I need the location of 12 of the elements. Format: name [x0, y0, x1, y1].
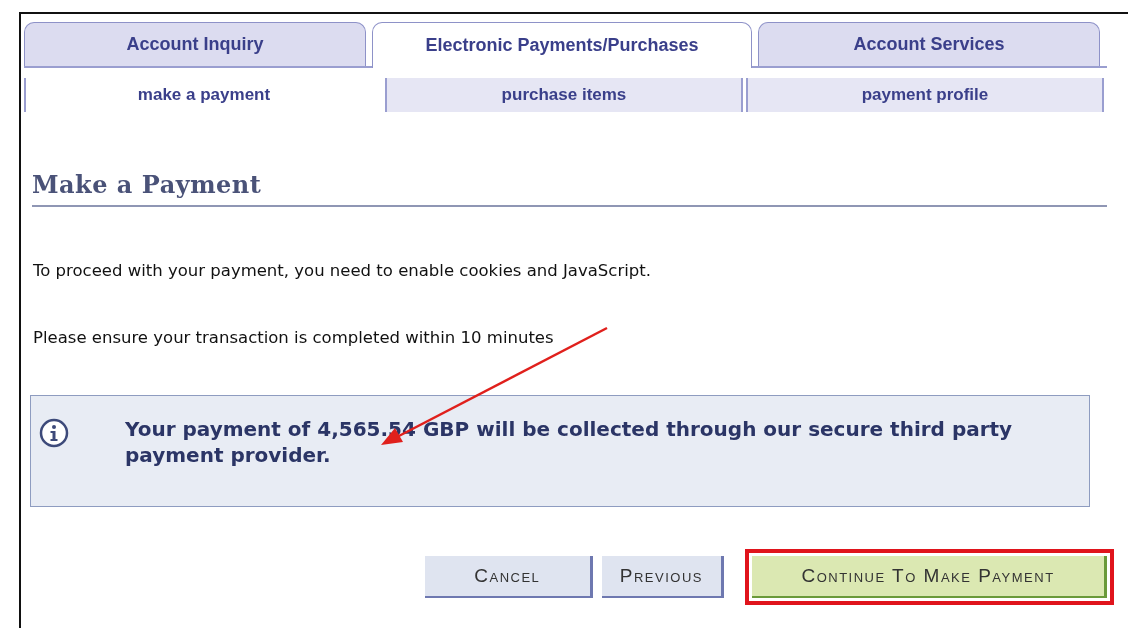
tab[interactable]: Account Services [758, 22, 1100, 66]
page-button[interactable]: Cancel [424, 556, 593, 598]
page-title: Make a Payment [32, 170, 1107, 207]
page-button[interactable]: Previous [601, 556, 724, 598]
tab[interactable]: Electronic Payments/Purchases [372, 22, 752, 68]
subtab[interactable]: payment profile [746, 78, 1104, 112]
message-text: To proceed with your payment, you need to enable cookies and JavaScript. [33, 261, 652, 280]
info-icon [39, 418, 69, 448]
tab[interactable]: Account Inquiry [24, 22, 366, 66]
message-text: Please ensure your transaction is completed within 10 minutes [33, 328, 555, 347]
subtab[interactable]: purchase items [385, 78, 743, 112]
continue-button[interactable]: Continue To Make Payment [752, 556, 1107, 598]
